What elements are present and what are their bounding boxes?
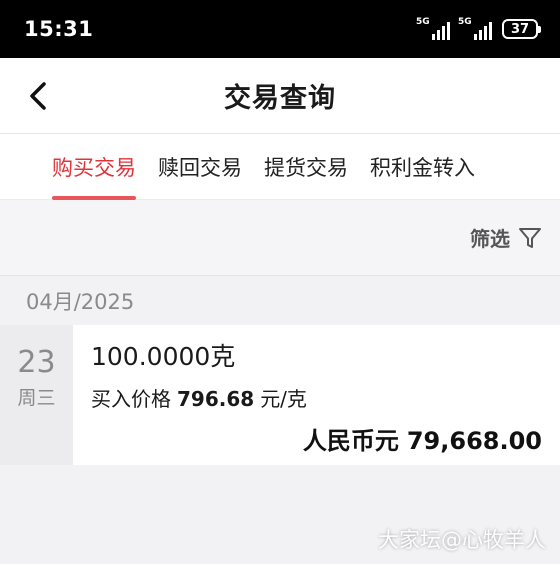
tab-pickup[interactable]: 提货交易 xyxy=(264,134,348,200)
total-value: 79,668.00 xyxy=(406,427,542,455)
price-value: 796.68 xyxy=(177,387,255,411)
back-button[interactable] xyxy=(18,76,58,116)
watermark: 大家坛@心牧羊人 xyxy=(378,528,546,552)
month-header: 04月/2025 xyxy=(0,276,560,325)
chevron-left-icon xyxy=(30,82,46,110)
signal-5g-icon: 5G xyxy=(416,17,450,40)
filter-bar: 筛选 xyxy=(0,200,560,276)
empty-area: 大家坛@心牧羊人 xyxy=(0,465,560,564)
status-icons: 5G 5G 37 xyxy=(416,17,541,40)
tab-bar: 购买交易 赎回交易 提货交易 积利金转入 xyxy=(0,134,560,200)
tab-purchase[interactable]: 购买交易 xyxy=(52,134,136,200)
transaction-weight: 100.0000克 xyxy=(91,342,236,371)
network-type-1: 5G xyxy=(416,17,430,27)
transaction-total: 人民币元 79,668.00 xyxy=(303,421,542,456)
filter-label: 筛选 xyxy=(470,227,510,251)
price-unit: 元/克 xyxy=(260,387,307,411)
signal-5g-icon-2: 5G xyxy=(458,17,492,40)
tab-interest-gold-transfer[interactable]: 积利金转入 xyxy=(370,134,475,200)
transaction-row[interactable]: 23 周三 100.0000克 买入价格 796.68 元/克 人民币元 79,668… xyxy=(0,325,560,465)
battery-level: 37 xyxy=(510,21,530,37)
status-bar: 15:31 5G 5G 37 xyxy=(0,0,560,58)
transaction-details: 100.0000克 买入价格 796.68 元/克 人民币元 79,668.00 xyxy=(73,325,560,465)
transaction-date: 23 周三 xyxy=(0,325,73,465)
status-time: 15:31 xyxy=(24,17,94,41)
transaction-price: 买入价格 796.68 元/克 xyxy=(91,383,307,412)
price-label: 买入价格 xyxy=(91,387,171,411)
nav-bar: 交易查询 xyxy=(0,58,560,134)
battery-icon: 37 xyxy=(502,19,541,39)
screen: 15:31 5G 5G 37 交易查询 购买交易 赎回交易 提货交易 积利金转入… xyxy=(0,0,560,564)
funnel-icon xyxy=(519,227,541,248)
transaction-weekday: 周三 xyxy=(17,387,56,409)
filter-button[interactable]: 筛选 xyxy=(470,223,542,252)
transaction-day: 23 xyxy=(17,345,56,380)
page-title: 交易查询 xyxy=(224,83,336,114)
total-label: 人民币元 xyxy=(302,427,399,455)
network-type-2: 5G xyxy=(458,17,472,27)
tab-redeem[interactable]: 赎回交易 xyxy=(158,134,242,200)
